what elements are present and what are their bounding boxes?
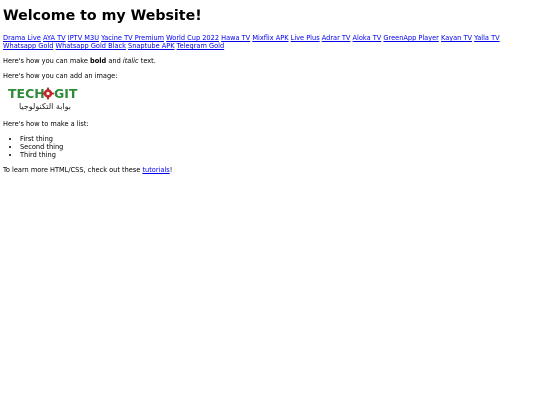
link-greenapp-player[interactable]: GreenApp Player [383,34,438,42]
link-mixflix-apk[interactable]: Mixflix APK [252,34,288,42]
link-whatsapp-gold[interactable]: Whatsapp Gold [3,42,53,50]
link-adrar-tv[interactable]: Adrar TV [322,34,351,42]
techgit-logo: TECH GIT بوابة التكنولوجيا [8,86,78,111]
list-item: First thing [20,135,63,143]
learn-more-text: To learn more HTML/CSS, check out these [3,166,143,174]
link-snaptube-apk[interactable]: Snaptube APK [128,42,175,50]
link-aya-tv[interactable]: AYA TV [43,34,66,42]
link-telegram-gold[interactable]: Telegram Gold [177,42,224,50]
link-aloka-tv[interactable]: Aloka TV [353,34,382,42]
formatting-paragraph: Here's how you can make bold and italic … [3,57,156,65]
link-hawa-tv[interactable]: Hawa TV [221,34,250,42]
italic-text: italic [122,57,139,65]
list-item: Third thing [20,151,63,159]
page-title: Welcome to my Website! [3,8,202,24]
tutorials-link[interactable]: tutorials [142,166,169,174]
formatting-text-middle: and [106,57,123,65]
logo-text-left: TECH [8,86,45,101]
logo-text-right: GIT [54,86,78,101]
link-live-plus[interactable]: Live Plus [291,34,320,42]
link-whatsapp-gold-black[interactable]: Whatsapp Gold Black [56,42,126,50]
link-list: Drama Live AYA TV IPTV M3U Yacine TV Pre… [3,34,533,50]
list-intro: Here's how to make a list: [3,120,89,128]
list-item: Second thing [20,143,63,151]
link-world-cup-2022[interactable]: World Cup 2022 [166,34,219,42]
learn-more-suffix: ! [169,166,173,174]
link-kayan-tv[interactable]: Kayan TV [441,34,472,42]
link-drama-live[interactable]: Drama Live [3,34,41,42]
page: Welcome to my Website! Drama Live AYA TV… [0,0,540,405]
formatting-text-after: text. [138,57,156,65]
image-intro: Here's how you can add an image: [3,72,118,80]
logo-subtitle: بوابة التكنولوجيا [19,102,71,111]
link-yacine-tv-premium[interactable]: Yacine TV Premium [101,34,164,42]
bold-text: bold [90,57,107,65]
link-yalla-tv[interactable]: Yalla TV [474,34,500,42]
formatting-text-before: Here's how you can make [3,57,91,65]
learn-more-paragraph: To learn more HTML/CSS, check out these … [3,166,172,174]
link-iptv-m3u[interactable]: IPTV M3U [68,34,99,42]
bullet-list: First thing Second thing Third thing [3,135,63,159]
